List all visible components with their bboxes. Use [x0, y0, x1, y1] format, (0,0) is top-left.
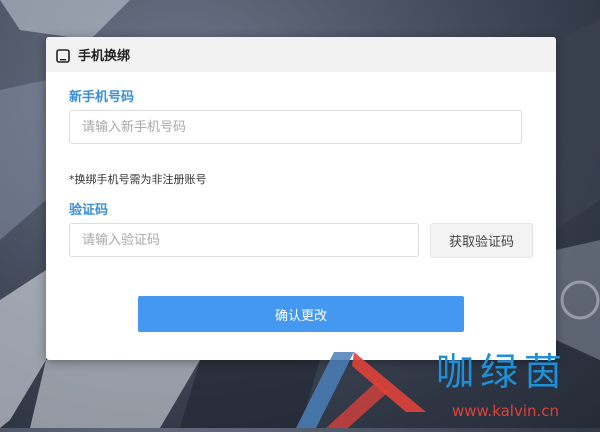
phone-icon [56, 48, 70, 63]
watermark-brand: 咖绿茵 [436, 350, 569, 394]
new-phone-label: 新手机号码 [69, 90, 135, 105]
watermark-logo [296, 352, 436, 432]
new-phone-input[interactable] [69, 110, 522, 144]
phone-rebind-dialog: 手机换绑 新手机号码 *换绑手机号需为非注册账号 验证码 获取验证码 确认更改 [46, 37, 556, 360]
code-label: 验证码 [69, 203, 109, 218]
confirm-button[interactable]: 确认更改 [138, 296, 464, 332]
code-input[interactable] [69, 223, 419, 257]
get-code-button[interactable]: 获取验证码 [430, 223, 533, 258]
phone-hint: *换绑手机号需为非注册账号 [69, 173, 207, 186]
dialog-header: 手机换绑 [46, 37, 556, 72]
dialog-title: 手机换绑 [78, 49, 131, 64]
watermark-url: www.kalvin.cn [452, 402, 560, 420]
